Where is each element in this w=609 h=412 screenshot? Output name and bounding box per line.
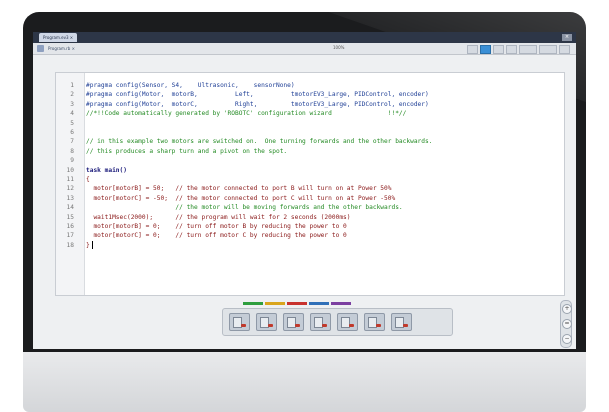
palette-category-tab[interactable]	[265, 302, 285, 305]
line-number: 2	[70, 91, 74, 99]
zoom-control: + = −	[560, 300, 572, 348]
split-view-button[interactable]	[506, 45, 517, 54]
line-text: task main()	[86, 166, 127, 174]
code-line[interactable]: 3 #pragma config(Motor, motorC, Right, tm…	[56, 100, 429, 109]
zoom-out-icon[interactable]: −	[562, 334, 572, 344]
action-block[interactable]	[229, 313, 250, 331]
wrench-icon[interactable]	[37, 45, 44, 52]
palette-category-strip	[243, 302, 351, 305]
code-line[interactable]: 11 {	[56, 175, 90, 184]
line-text: // this produces a sharp turn and a pivo…	[86, 147, 288, 155]
line-number: 18	[66, 241, 74, 249]
line-text: #pragma config(Sensor, S4, Ultrasonic, s…	[86, 82, 295, 89]
code-line[interactable]: 18}	[56, 241, 90, 250]
code-line[interactable]: 4 //*!!Code automatically generated by 'R…	[56, 109, 406, 118]
palette-category-tab[interactable]	[331, 302, 351, 305]
monitor-frame: Program.ev3 × × Program.rb × 100% 1 #prag…	[23, 12, 586, 352]
line-text: // in this example two motors are switch…	[86, 138, 433, 146]
close-window-button[interactable]: ×	[562, 34, 572, 41]
line-text: // the motor will be moving forwards and…	[86, 204, 403, 212]
palette-category-tab[interactable]	[243, 302, 263, 305]
document-tab[interactable]: Program.ev3 ×	[39, 33, 78, 42]
text-view-button[interactable]	[480, 45, 491, 54]
code-line[interactable]: 8 // this produces a sharp turn and a piv…	[56, 147, 287, 156]
line-number: 11	[66, 176, 74, 183]
line-number: 13	[66, 194, 74, 202]
line-text: motor[motorB] = 0; // turn off motor B b…	[86, 223, 347, 230]
line-number: 16	[66, 223, 74, 230]
code-line[interactable]: 14 // the motor will be moving forwards …	[56, 203, 403, 212]
help-button[interactable]	[559, 45, 570, 54]
action-block[interactable]	[256, 313, 277, 331]
toolbar-buttons	[467, 45, 570, 54]
code-line[interactable]: 16 motor[motorB] = 0; // turn off motor …	[56, 222, 347, 231]
line-text: wait1Msec(2000); // the program will wai…	[86, 213, 351, 221]
line-number: 6	[70, 129, 74, 136]
line-text: {	[86, 176, 90, 183]
line-number: 4	[70, 110, 74, 118]
line-number: 5	[70, 119, 74, 127]
editor-toolbar: Program.rb × 100%	[33, 43, 576, 55]
block-palette	[222, 308, 453, 336]
line-number: 3	[70, 100, 74, 108]
line-text: //*!!Code automatically generated by 'RO…	[86, 110, 407, 118]
run-button[interactable]	[539, 45, 557, 54]
line-text: }	[86, 241, 90, 249]
window-titlebar: Program.ev3 × ×	[33, 32, 576, 43]
palette-category-tab[interactable]	[287, 302, 307, 305]
line-number: 9	[70, 157, 74, 165]
breadcrumb[interactable]: Program.rb ×	[48, 46, 75, 51]
code-line[interactable]: 17 motor[motorC] = 0; // turn off motor …	[56, 231, 347, 240]
line-number: 1	[70, 82, 74, 89]
zoom-readout: 100%	[333, 45, 345, 50]
sensor-block[interactable]	[364, 313, 385, 331]
code-line[interactable]: 9	[56, 156, 86, 165]
line-number: 15	[66, 213, 74, 221]
data-block[interactable]	[391, 313, 412, 331]
code-editor[interactable]: 1 #pragma config(Sensor, S4, Ultrasonic, …	[55, 72, 565, 296]
code-line[interactable]: 10 task main()	[56, 166, 127, 175]
monitor-chin	[23, 352, 586, 412]
line-text: motor[motorC] = -50; // the motor connec…	[86, 194, 396, 202]
code-line[interactable]: 13 motor[motorC] = -50; // the motor con…	[56, 194, 396, 203]
code-line[interactable]: 7 // in this example two motors are switc…	[56, 137, 432, 146]
code-line[interactable]: 15 wait1Msec(2000); // the program will …	[56, 213, 351, 222]
code-line[interactable]: 5	[56, 119, 86, 128]
action-block[interactable]	[337, 313, 358, 331]
line-number: 7	[70, 138, 74, 146]
zoom-in-icon[interactable]: +	[562, 304, 572, 314]
line-text: motor[motorC] = 0; // turn off motor C b…	[86, 232, 347, 240]
line-number: 10	[66, 166, 74, 174]
document-tab-label: Program.ev3 ×	[43, 35, 74, 40]
code-line[interactable]: 6	[56, 128, 86, 137]
action-block[interactable]	[283, 313, 304, 331]
code-line[interactable]: 12 motor[motorB] = 50; // the motor conn…	[56, 184, 392, 193]
line-text: motor[motorB] = 50; // the motor connect…	[86, 185, 392, 193]
zoom-reset-icon[interactable]: =	[562, 319, 572, 329]
blocks-view-button[interactable]	[493, 45, 504, 54]
line-number: 8	[70, 147, 74, 155]
view-grid-button[interactable]	[467, 45, 478, 54]
text-caret	[92, 240, 93, 249]
line-text: #pragma config(Motor, motorC, Right, tmo…	[86, 100, 429, 108]
palette-category-tab[interactable]	[309, 302, 329, 305]
line-number: 17	[66, 232, 74, 240]
line-text: #pragma config(Motor, motorB, Left, tmot…	[86, 91, 429, 99]
line-number: 14	[66, 204, 74, 212]
screen: Program.ev3 × × Program.rb × 100% 1 #prag…	[33, 32, 576, 349]
line-number: 12	[66, 185, 74, 193]
code-line[interactable]: 2 #pragma config(Motor, motorB, Left, tmo…	[56, 90, 429, 99]
action-block[interactable]	[310, 313, 331, 331]
download-button[interactable]	[519, 45, 537, 54]
code-line[interactable]: 1 #pragma config(Sensor, S4, Ultrasonic, …	[56, 81, 295, 90]
